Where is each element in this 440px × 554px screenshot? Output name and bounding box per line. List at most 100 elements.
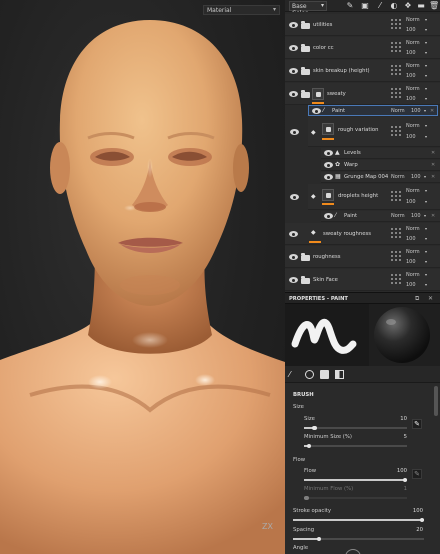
blend-mode[interactable]: Norm	[406, 226, 420, 232]
layer-row-paint[interactable]: ⁄ Paint Norm 100 ▾ ✕	[321, 211, 440, 222]
layer-row-color-cc[interactable]: color cc Norm ▾ 100 ▾	[285, 37, 440, 59]
brush-tab-icon[interactable]: ⁄	[289, 370, 298, 379]
blend-mode[interactable]: Norm	[406, 249, 420, 255]
layer-row-roughness[interactable]: roughness Norm ▾ 100 ▾	[285, 246, 440, 268]
layer-name: Paint	[344, 213, 358, 219]
visibility-eye-icon[interactable]	[289, 91, 298, 97]
size-value[interactable]: 10	[387, 416, 407, 422]
angle-dial[interactable]	[345, 549, 361, 554]
layer-opacity[interactable]: 100	[406, 259, 416, 265]
blend-mode[interactable]: Norm	[391, 108, 405, 114]
layer-row-sweaty[interactable]: sweaty Norm ▾ 100 ▾	[285, 83, 440, 105]
min-size-value[interactable]: 5	[387, 434, 407, 440]
3d-viewport[interactable]: Material ▾ ZX	[0, 0, 285, 554]
visibility-eye-icon[interactable]	[289, 45, 298, 51]
layer-opacity[interactable]: 100	[406, 73, 416, 79]
layer-opacity[interactable]: 100	[411, 213, 421, 219]
brush-section-title: BRUSH	[293, 392, 314, 398]
flow-slider[interactable]	[304, 477, 407, 482]
layer-opacity[interactable]: 100	[411, 174, 421, 180]
delete-icon[interactable]: 🗑	[429, 1, 439, 11]
popout-icon[interactable]: ⧉	[415, 295, 419, 303]
visibility-eye-icon[interactable]	[290, 194, 299, 200]
visibility-eye-icon[interactable]	[289, 22, 298, 28]
blend-mode[interactable]: Norm	[406, 40, 420, 46]
mask-grid-icon	[390, 273, 402, 285]
layer-row-sweaty-roughness[interactable]: ◆ sweaty roughness Norm ▾ 100 ▾	[285, 223, 440, 245]
visibility-eye-icon[interactable]	[289, 231, 298, 237]
visibility-eye-icon[interactable]	[324, 213, 333, 219]
layer-row-grunge-map[interactable]: ▦ Grunge Map 004 Norm 100 ▾ ✕	[321, 172, 440, 183]
layer-name: color cc	[313, 45, 334, 51]
layer-opacity[interactable]: 100	[406, 236, 416, 242]
layer-row-utilities[interactable]: utilities Norm ▾ 100 ▾	[285, 14, 440, 36]
blend-mode[interactable]: Norm	[406, 123, 420, 129]
layer-opacity[interactable]: 100	[406, 27, 416, 33]
close-icon[interactable]: ✕	[431, 174, 435, 180]
spacing-slider[interactable]	[293, 536, 424, 541]
visibility-eye-icon[interactable]	[324, 174, 333, 180]
close-icon[interactable]: ✕	[431, 162, 435, 168]
stroke-opacity-value[interactable]: 100	[403, 508, 423, 514]
properties-scrollbar[interactable]	[434, 386, 438, 416]
layer-opacity[interactable]: 100	[406, 134, 416, 140]
layer-row-paint-selected[interactable]: ⁄ Paint Norm 100 ▾ ✕	[308, 105, 438, 116]
visibility-eye-icon[interactable]	[324, 150, 333, 156]
chevron-down-icon: ▾	[425, 134, 428, 139]
layer-row-droplets-height[interactable]: ◆ droplets height Norm ▾ 100 ▾	[290, 184, 440, 210]
blend-mode[interactable]: Norm	[406, 188, 420, 194]
visibility-eye-icon[interactable]	[312, 108, 321, 114]
close-icon[interactable]: ✕	[431, 150, 435, 156]
blend-mode[interactable]: Norm	[406, 17, 420, 23]
chevron-down-icon: ▾	[320, 2, 324, 9]
visibility-eye-icon[interactable]	[290, 129, 299, 135]
layer-row-levels[interactable]: ▲ Levels ✕	[321, 148, 440, 159]
visibility-eye-icon[interactable]	[289, 254, 298, 260]
material-tab-icon[interactable]	[305, 370, 314, 379]
layer-row-skin-breakup[interactable]: skin breakup (height) Norm ▾ 100 ▾	[285, 60, 440, 82]
flow-value[interactable]: 100	[387, 468, 407, 474]
blend-mode[interactable]: Norm	[391, 213, 405, 219]
blend-mode[interactable]: Norm	[406, 63, 420, 69]
layer-stack[interactable]: utilities Norm ▾ 100 ▾ color cc Norm ▾ 1…	[285, 12, 440, 292]
alpha-tab-icon[interactable]	[335, 370, 344, 379]
angle-label: Angle	[293, 545, 309, 551]
layer-opacity[interactable]: 100	[406, 96, 416, 102]
add-mask-icon[interactable]: ◐	[389, 1, 399, 11]
mask-grid-icon	[390, 190, 402, 202]
add-folder-icon[interactable]: ▬	[416, 1, 426, 11]
add-fill-icon[interactable]: ▣	[360, 1, 370, 11]
layer-row-rough-variation[interactable]: ◆ rough variation Norm ▾ 100 ▾	[290, 117, 440, 147]
min-size-slider[interactable]	[304, 443, 407, 448]
min-flow-value[interactable]: 1	[387, 486, 407, 492]
stencil-tab-icon[interactable]	[320, 370, 329, 379]
layer-opacity[interactable]: 100	[406, 199, 416, 205]
pen-pressure-icon[interactable]: ✎	[412, 469, 422, 479]
blend-mode[interactable]: Norm	[406, 272, 420, 278]
mask-grid-icon	[390, 18, 402, 30]
layer-opacity[interactable]: 100	[411, 108, 421, 114]
spacing-value[interactable]: 20	[403, 527, 423, 533]
close-icon[interactable]: ✕	[428, 295, 433, 302]
close-icon[interactable]: ✕	[430, 108, 434, 114]
visibility-eye-icon[interactable]	[289, 277, 298, 283]
channel-dropdown[interactable]: Base Color ▾	[289, 1, 327, 17]
layer-row-warp[interactable]: ✿ Warp ✕	[321, 160, 440, 171]
add-effect-icon[interactable]: ❖	[403, 1, 413, 11]
blend-mode[interactable]: Norm	[391, 174, 405, 180]
size-slider[interactable]	[304, 425, 407, 430]
close-icon[interactable]: ✕	[431, 213, 435, 219]
head-model-render[interactable]	[0, 0, 285, 554]
min-flow-slider[interactable]	[304, 495, 407, 500]
layer-row-skin-face[interactable]: Skin Face Norm ▾ 100 ▾	[285, 269, 440, 291]
visibility-eye-icon[interactable]	[289, 68, 298, 74]
viewport-mode-dropdown[interactable]: Material ▾	[203, 5, 280, 15]
layer-opacity[interactable]: 100	[406, 282, 416, 288]
paint-brush-icon[interactable]: ✎	[345, 1, 355, 11]
visibility-eye-icon[interactable]	[324, 162, 333, 168]
layer-opacity[interactable]: 100	[406, 50, 416, 56]
blend-mode[interactable]: Norm	[406, 86, 420, 92]
add-layer-icon[interactable]: ⁄	[375, 1, 385, 11]
stroke-opacity-slider[interactable]	[293, 517, 424, 522]
pen-pressure-icon[interactable]: ✎	[412, 419, 422, 429]
